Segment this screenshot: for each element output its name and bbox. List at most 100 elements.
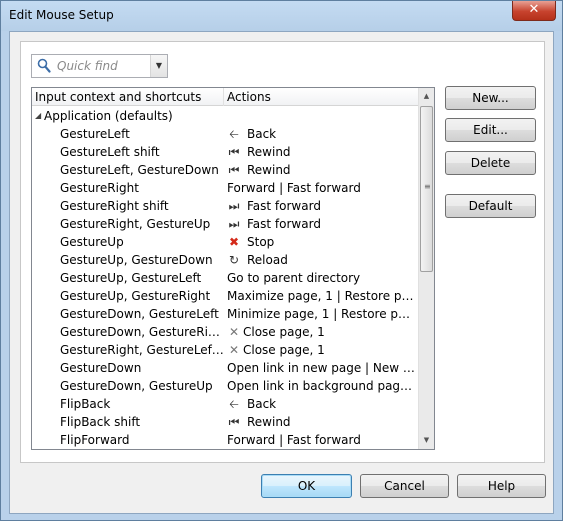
action-cell: Go to parent directory xyxy=(227,269,417,287)
action-label: Close page, 1 xyxy=(243,325,325,339)
action-cell: Forward | Fast forward xyxy=(227,179,417,197)
rewind-icon: ⏮ xyxy=(228,163,240,177)
shortcut-cell: GestureRight, GestureUp xyxy=(60,217,211,231)
action-label: Open link in background page | D... xyxy=(227,379,417,393)
close-button[interactable]: ✕ xyxy=(512,1,556,21)
table-row[interactable]: GestureUp, GestureDown ↻ Reload xyxy=(32,251,419,269)
table-header: Input context and shortcuts Actions xyxy=(32,88,419,106)
vertical-scrollbar[interactable]: ▲ ≡ ▼ xyxy=(418,88,434,449)
action-cell: Open link in background page | D... xyxy=(227,377,417,395)
stop-icon: ✖ xyxy=(228,235,240,249)
action-cell: 🡠 Back xyxy=(227,125,417,143)
fast-forward-icon: ⏭ xyxy=(228,217,240,231)
action-label: Open link in new page | New page xyxy=(227,361,417,375)
dialog-client-area: Quick find ▼ Input context and shortcuts… xyxy=(9,31,554,514)
new-button[interactable]: New... xyxy=(445,86,536,110)
rewind-icon: ⏮ xyxy=(228,145,240,159)
back-arrow-icon: 🡠 xyxy=(229,127,239,141)
action-label: Stop xyxy=(247,235,275,249)
shortcut-cell: GestureUp, GestureRight xyxy=(60,289,211,303)
table-row[interactable]: GestureLeft, GestureDown ⏮ Rewind xyxy=(32,161,419,179)
action-cell: 🡠 Back xyxy=(227,395,417,413)
scroll-thumb[interactable]: ≡ xyxy=(420,106,433,272)
table-row[interactable]: GestureDown Open link in new page | New p… xyxy=(32,359,419,377)
table-row[interactable]: GestureDown, GestureRight ✕ Close page, 1 xyxy=(32,323,419,341)
quick-find-combobox[interactable]: Quick find ▼ xyxy=(31,54,168,78)
table-row[interactable]: GestureRight shift ⏭ Fast forward xyxy=(32,197,419,215)
shortcut-cell: FlipBack xyxy=(60,397,111,411)
search-icon xyxy=(37,58,51,73)
shortcut-cell: GestureUp, GestureDown xyxy=(60,253,213,267)
table-row[interactable]: GestureRight, GestureLeft, Ge... ✕Close p… xyxy=(32,341,419,359)
window-title: Edit Mouse Setup xyxy=(9,8,114,22)
default-button[interactable]: Default xyxy=(445,194,536,218)
shortcut-cell: GestureDown, GestureLeft xyxy=(60,307,219,321)
shortcut-cell: GestureLeft, GestureDown xyxy=(60,163,219,177)
chevron-down-icon[interactable]: ▼ xyxy=(150,55,167,77)
table-row[interactable]: GestureDown, GestureUp Open link in backg… xyxy=(32,377,419,395)
shortcut-cell: GestureRight, GestureLeft, Ge... xyxy=(60,343,224,357)
action-label: Rewind xyxy=(247,415,291,429)
fast-forward-icon: ⏭ xyxy=(228,199,240,213)
action-label: Fast forward xyxy=(247,199,321,213)
dialog-window: Edit Mouse Setup ✕ Quick find ▼ Input co… xyxy=(0,0,563,521)
close-page-icon: ✕ xyxy=(228,325,240,339)
expand-collapse-icon[interactable]: ◢ xyxy=(35,107,41,125)
shortcut-cell: FlipForward xyxy=(60,433,130,447)
table-row[interactable]: GestureRight Forward | Fast forward xyxy=(32,179,419,197)
action-label: Back xyxy=(247,397,277,411)
scroll-down-arrow-icon[interactable]: ▼ xyxy=(419,432,434,449)
content-panel: Quick find ▼ Input context and shortcuts… xyxy=(20,41,545,463)
column-header-actions[interactable]: Actions xyxy=(227,90,271,104)
shortcut-cell: GestureDown, GestureRight xyxy=(60,325,224,339)
rewind-icon: ⏮ xyxy=(228,415,240,429)
action-cell: Forward | Fast forward xyxy=(227,431,417,449)
delete-button[interactable]: Delete xyxy=(445,151,536,175)
reload-icon: ↻ xyxy=(228,253,240,267)
table-body: ◢ Application (defaults) GestureLeft 🡠 Bac… xyxy=(32,107,419,449)
table-row[interactable]: GestureLeft shift ⏮ Rewind xyxy=(32,143,419,161)
scroll-up-arrow-icon[interactable]: ▲ xyxy=(419,88,434,105)
action-label: Go to parent directory xyxy=(227,271,361,285)
edit-button[interactable]: Edit... xyxy=(445,118,536,142)
action-cell: Maximize page, 1 | Restore page, 1 xyxy=(227,287,417,305)
help-button[interactable]: Help xyxy=(457,474,546,498)
action-cell: Open link in new page | New page xyxy=(227,359,417,377)
group-row-application[interactable]: ◢ Application (defaults) xyxy=(32,107,419,125)
shortcut-cell: GestureUp xyxy=(60,235,124,249)
shortcut-cell: GestureUp, GestureLeft xyxy=(60,271,202,285)
column-header-shortcuts[interactable]: Input context and shortcuts xyxy=(35,90,201,104)
shortcuts-table[interactable]: Input context and shortcuts Actions ◢ Ap… xyxy=(31,87,435,450)
shortcut-cell: FlipBack shift xyxy=(60,415,141,429)
column-divider[interactable] xyxy=(223,88,224,106)
action-label: Forward | Fast forward xyxy=(227,433,361,447)
table-row[interactable]: FlipForward Forward | Fast forward xyxy=(32,431,419,449)
table-row[interactable]: GestureUp ✖ Stop xyxy=(32,233,419,251)
action-label: Rewind xyxy=(247,145,291,159)
title-bar[interactable]: Edit Mouse Setup ✕ xyxy=(1,1,562,31)
action-cell: Minimize page, 1 | Restore page, 1 xyxy=(227,305,417,323)
action-cell: ⏮ Rewind xyxy=(227,161,417,179)
action-cell: ⏭ Fast forward xyxy=(227,215,417,233)
action-cell: ✖ Stop xyxy=(227,233,417,251)
action-label: Reload xyxy=(247,253,288,267)
table-row[interactable]: FlipBack shift ⏮ Rewind xyxy=(32,413,419,431)
table-row[interactable]: GestureUp, GestureRight Maximize page, 1 … xyxy=(32,287,419,305)
table-row[interactable]: GestureUp, GestureLeft Go to parent direc… xyxy=(32,269,419,287)
shortcut-cell: GestureRight shift xyxy=(60,199,169,213)
table-row[interactable]: GestureDown, GestureLeft Minimize page, 1… xyxy=(32,305,419,323)
table-row[interactable]: GestureRight, GestureUp ⏭ Fast forward xyxy=(32,215,419,233)
table-row[interactable]: GestureLeft 🡠 Back xyxy=(32,125,419,143)
shortcut-cell: GestureDown xyxy=(60,361,142,375)
table-row[interactable]: FlipBack 🡠 Back xyxy=(32,395,419,413)
action-label: Back xyxy=(247,127,277,141)
action-cell: ✕ Close page, 1 xyxy=(227,323,417,341)
group-label: Application (defaults) xyxy=(44,109,173,123)
action-label: Fast forward xyxy=(247,217,321,231)
action-label: Minimize page, 1 | Restore page, 1 xyxy=(227,307,417,321)
quick-find-input[interactable]: Quick find xyxy=(57,59,118,73)
ok-button[interactable]: OK xyxy=(261,474,352,498)
close-page-icon: ✕ xyxy=(228,343,240,357)
action-label: Close page, 1 xyxy=(243,343,325,357)
cancel-button[interactable]: Cancel xyxy=(360,474,449,498)
